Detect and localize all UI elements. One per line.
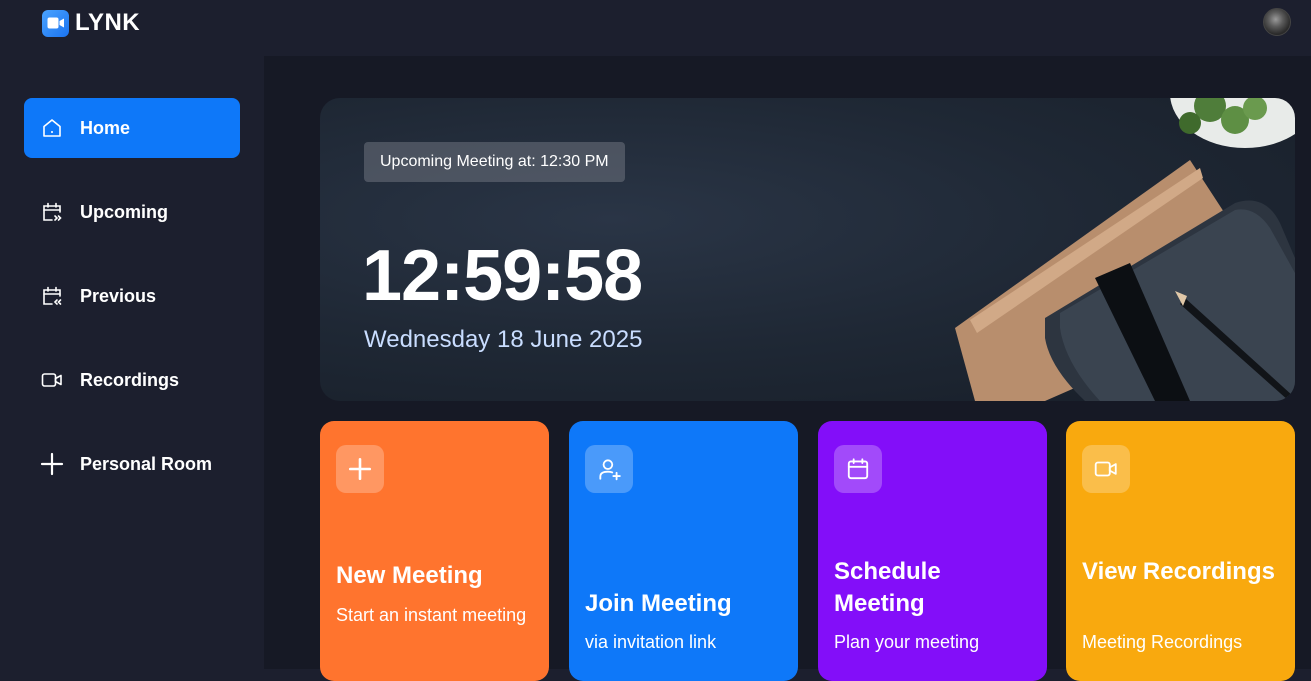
top-bar: LYNK xyxy=(0,0,1311,56)
card-title: Join Meeting xyxy=(585,590,732,617)
sidebar-item-home[interactable]: Home xyxy=(24,98,240,158)
card-subtitle: Plan your meeting xyxy=(834,632,980,652)
current-date: Wednesday 18 June 2025 xyxy=(364,326,643,353)
view-recordings-card[interactable]: View Recordings Meeting Recordings xyxy=(1066,421,1295,681)
card-subtitle: Start an instant meeting xyxy=(336,605,527,625)
app-title: LYNK xyxy=(75,9,141,36)
sidebar-item-previous[interactable]: Previous xyxy=(24,266,240,326)
sidebar-item-label: Recordings xyxy=(80,369,180,390)
schedule-meeting-card[interactable]: Schedule Meeting Plan your meeting xyxy=(818,421,1047,681)
join-meeting-card[interactable]: Join Meeting via invitation link xyxy=(569,421,798,681)
home-icon xyxy=(40,116,64,140)
sidebar-item-label: Previous xyxy=(80,285,157,306)
sidebar-item-label: Upcoming xyxy=(80,201,168,222)
sidebar-item-label: Home xyxy=(80,117,131,138)
video-icon xyxy=(40,368,64,392)
video-camera-logo-icon xyxy=(42,9,69,37)
calendar-icon xyxy=(834,445,882,493)
user-avatar[interactable] xyxy=(1263,8,1291,36)
plus-icon xyxy=(336,445,384,493)
current-time: 12:59:58 xyxy=(362,236,643,316)
hero-banner: Upcoming Meeting at: 12:30 PM 12:59:58 W… xyxy=(320,98,1295,401)
calendar-back-icon xyxy=(40,284,64,308)
app-logo[interactable]: LYNK xyxy=(42,9,140,37)
new-meeting-card[interactable]: New Meeting Start an instant meeting xyxy=(320,421,549,681)
add-user-icon xyxy=(585,445,633,493)
sidebar-item-upcoming[interactable]: Upcoming xyxy=(24,182,240,242)
card-title: View Recordings xyxy=(1082,558,1275,585)
sidebar: Home Upcoming Previous Recordings Person… xyxy=(0,56,264,669)
card-title: New Meeting xyxy=(336,562,483,589)
card-subtitle: via invitation link xyxy=(585,632,717,652)
desk-illustration xyxy=(955,98,1295,401)
card-title: Schedule Meeting xyxy=(834,558,941,617)
video-icon xyxy=(1082,445,1130,493)
calendar-forward-icon xyxy=(40,200,64,224)
main-content: Upcoming Meeting at: 12:30 PM 12:59:58 W… xyxy=(264,56,1311,681)
sidebar-item-personal-room[interactable]: Personal Room xyxy=(24,434,240,494)
plus-icon xyxy=(40,452,64,476)
sidebar-item-recordings[interactable]: Recordings xyxy=(24,350,240,410)
upcoming-meeting-badge: Upcoming Meeting at: 12:30 PM xyxy=(364,142,625,182)
card-subtitle: Meeting Recordings xyxy=(1082,632,1243,652)
sidebar-item-label: Personal Room xyxy=(80,453,213,474)
